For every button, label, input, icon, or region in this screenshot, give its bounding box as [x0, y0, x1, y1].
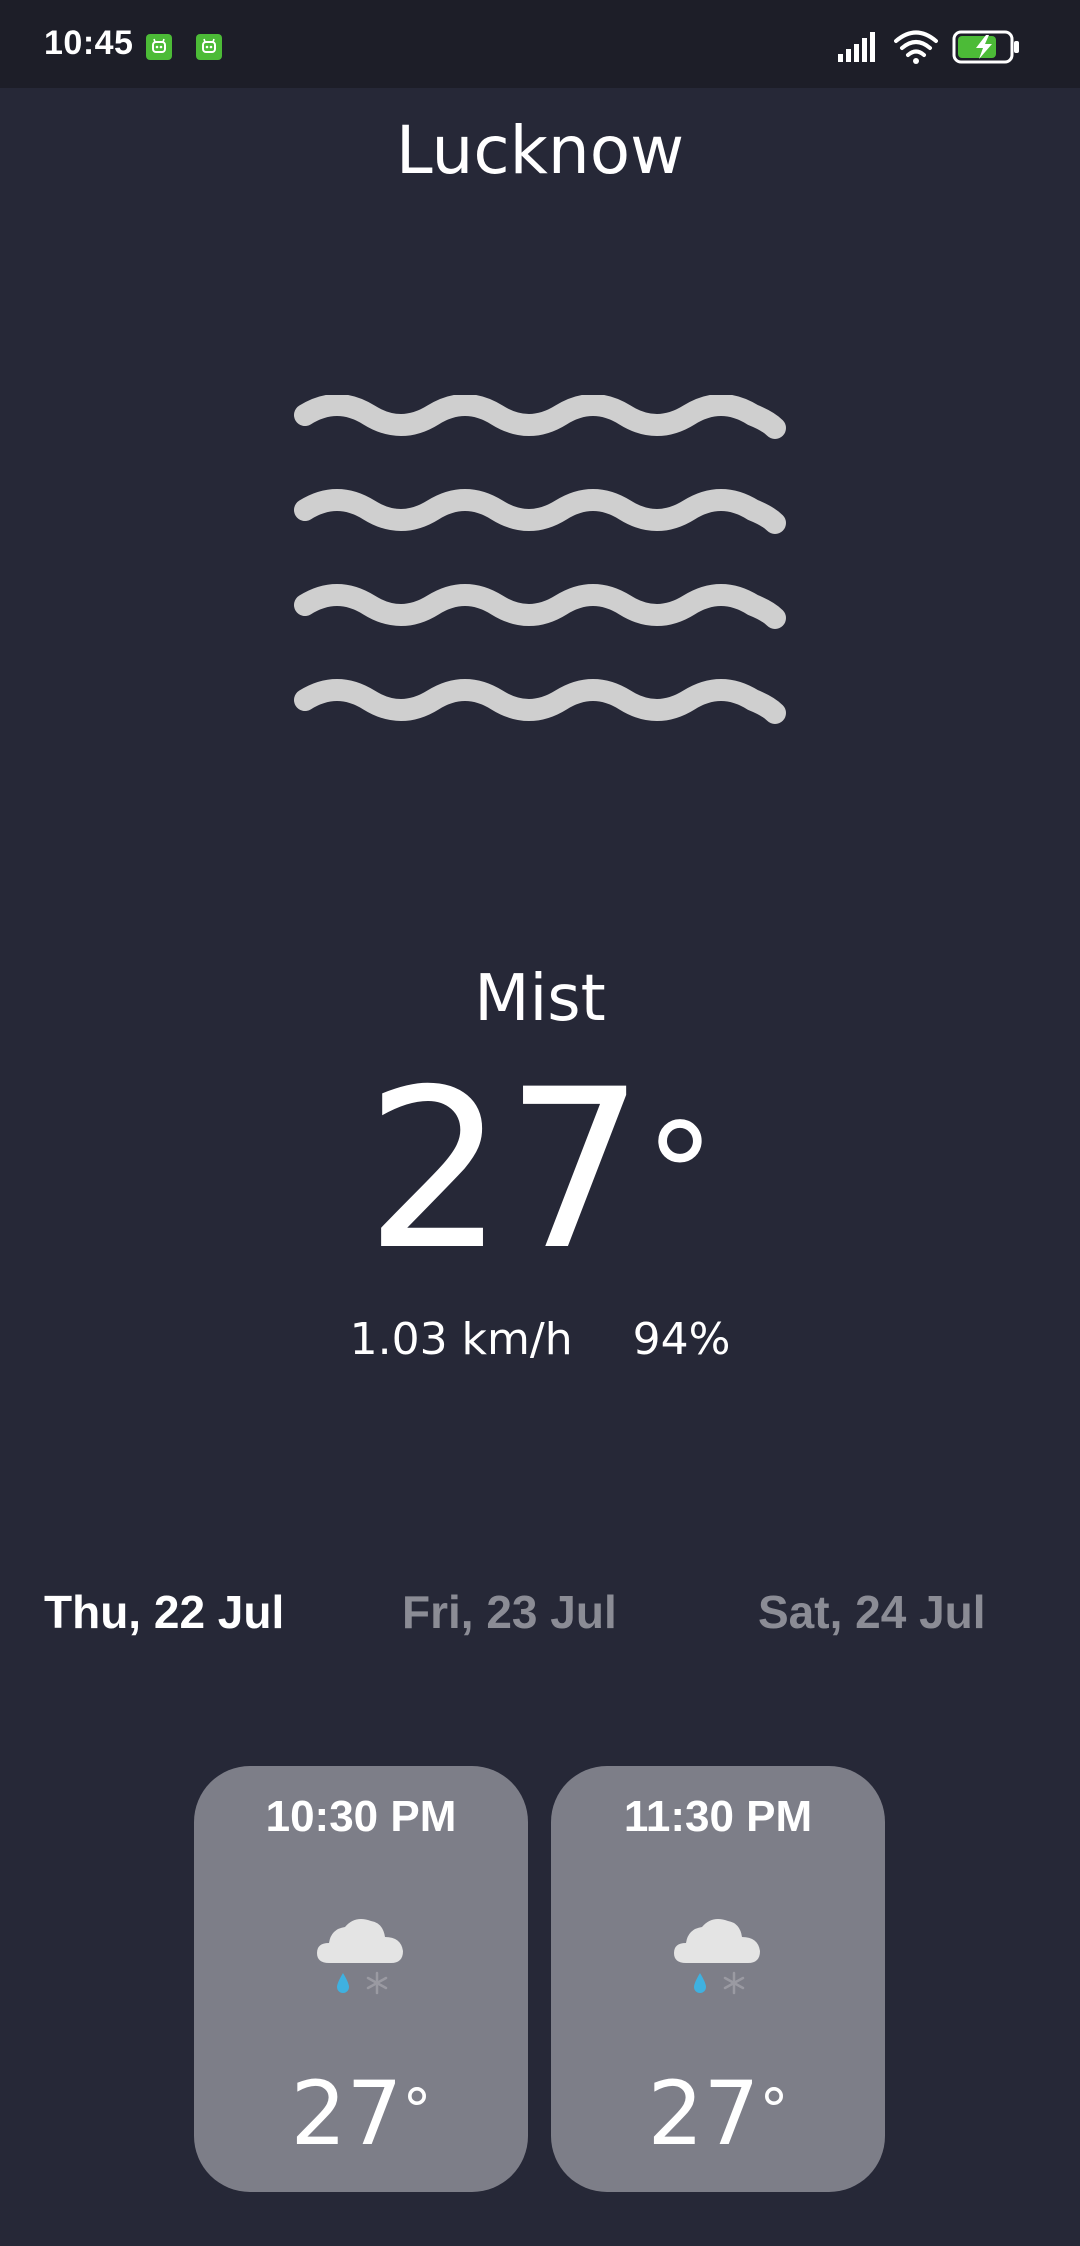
humidity: 94%: [632, 1314, 731, 1365]
status-time: 10:45: [44, 24, 134, 62]
day-tab-thu[interactable]: Thu, 22 Jul: [44, 1585, 284, 1639]
status-bar: 10:45: [0, 0, 1080, 88]
hourly-temperature-value: 27: [647, 2062, 760, 2165]
wifi-icon: [894, 30, 938, 64]
hourly-time: 11:30 PM: [623, 1792, 813, 1841]
day-tab-sat[interactable]: Sat, 24 Jul: [758, 1585, 986, 1639]
battery-charging-icon: [952, 30, 1019, 64]
rain-snow-cloud-icon: [317, 1919, 403, 1995]
app-notification-icon: [146, 34, 172, 60]
hourly-temperature: 27°: [551, 2066, 885, 2162]
temperature-value: 27: [365, 1042, 645, 1298]
day-tab-fri[interactable]: Fri, 23 Jul: [402, 1585, 617, 1639]
hourly-card[interactable]: 10:30 PM 27°: [194, 1766, 528, 2192]
app-notification-icon: [196, 34, 222, 60]
signal-icon: [838, 32, 875, 62]
hourly-card[interactable]: 11:30 PM 27°: [551, 1766, 885, 2192]
rain-snow-cloud-icon: [674, 1919, 760, 1995]
hourly-temperature-value: 27: [290, 2062, 403, 2165]
hourly-temperature: 27°: [194, 2066, 528, 2162]
city-title: Lucknow: [395, 112, 685, 189]
current-temperature: 27°: [0, 1060, 1080, 1280]
hourly-time: 10:30 PM: [265, 1792, 457, 1841]
wind-speed: 1.03 km/h: [349, 1314, 573, 1365]
weather-metrics: 1.03 km/h 94%: [0, 1314, 1080, 1365]
degree-symbol: °: [759, 2076, 789, 2144]
weather-condition: Mist: [474, 962, 606, 1036]
mist-icon: [294, 395, 786, 724]
degree-symbol: °: [644, 1094, 715, 1257]
degree-symbol: °: [402, 2076, 432, 2144]
